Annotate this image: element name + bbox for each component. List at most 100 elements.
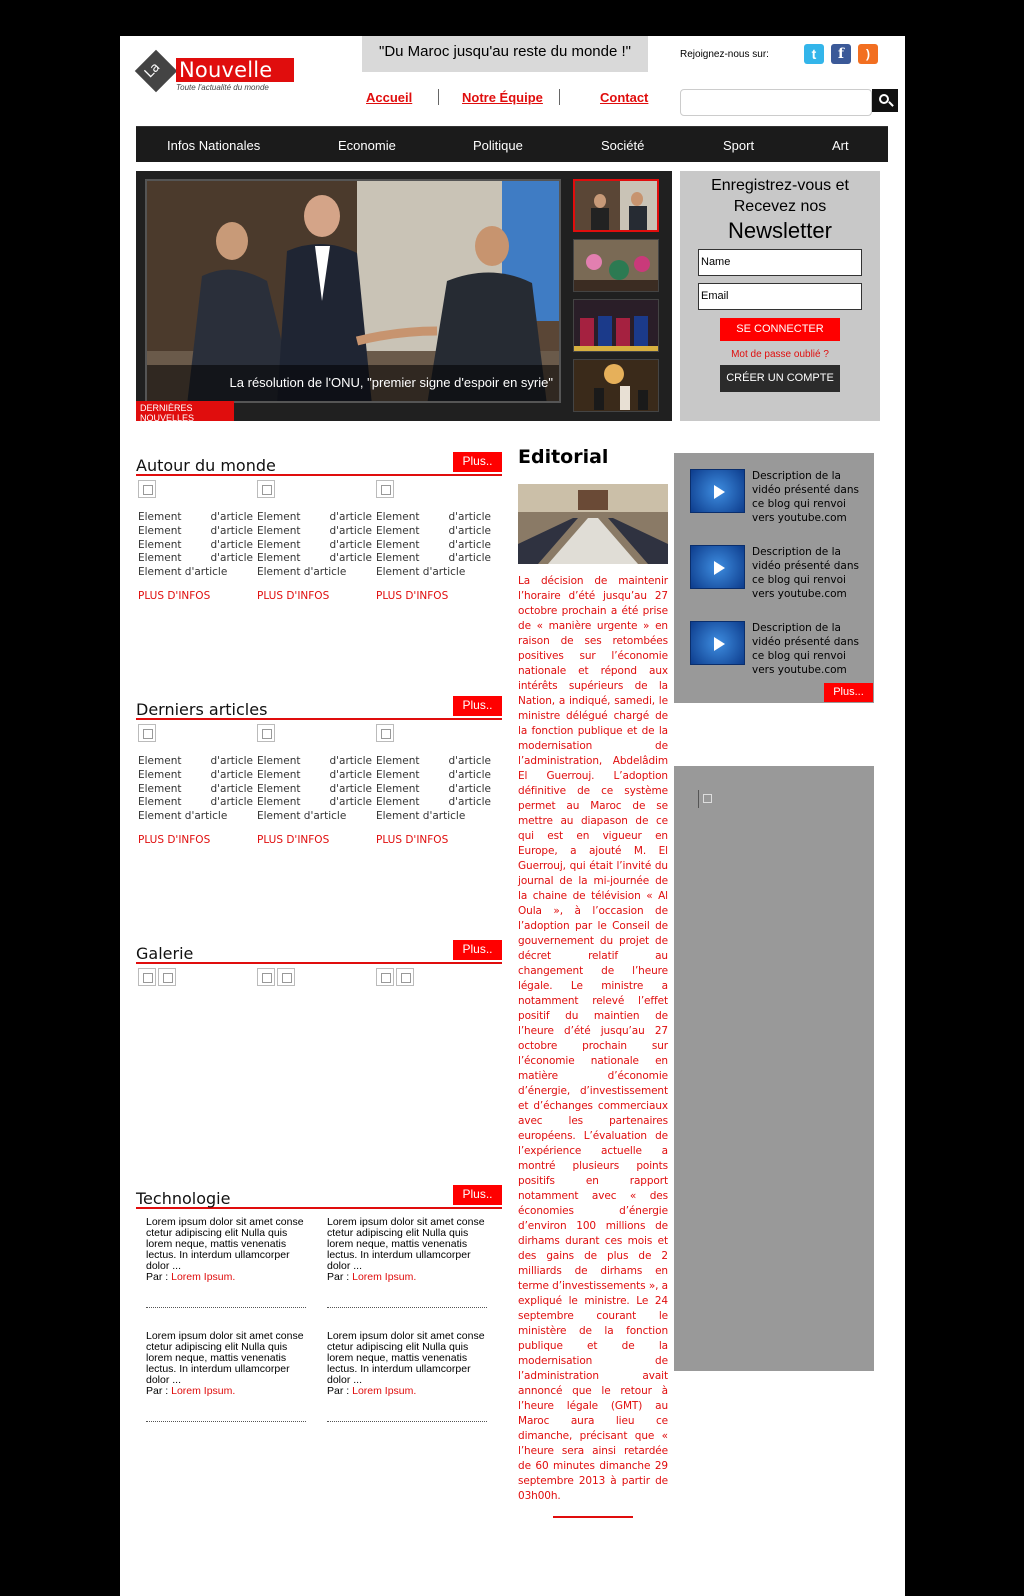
twitter-icon[interactable]: t — [804, 44, 824, 64]
email-field[interactable]: Email — [698, 283, 862, 310]
site-logo[interactable]: La Nouvelle Toute l'actualité du monde — [134, 49, 296, 97]
broken-image-icon — [138, 724, 156, 742]
editorial: Editorial La décision de maintenir l’hor… — [518, 446, 668, 1518]
videos-plus-button[interactable]: Plus... — [824, 683, 873, 702]
broken-image-icon[interactable] — [376, 968, 394, 986]
broken-image-icon[interactable] — [158, 968, 176, 986]
section-autour-du-monde: Autour du monde Plus.. Element d'article … — [136, 452, 502, 606]
broken-image-icon — [257, 724, 275, 742]
video-description: Description de la vidéo présenté dans ce… — [752, 470, 859, 524]
nav-item-sport[interactable]: Sport — [723, 138, 754, 153]
logo-tagline: Toute l'actualité du monde — [176, 83, 269, 92]
site-motto: "Du Maroc jusqu'au reste du monde !" — [362, 36, 648, 72]
article-list: Element d'article Element d'article Elemen… — [138, 511, 253, 579]
divider — [146, 1421, 306, 1422]
nav-item-infos-nationales[interactable]: Infos Nationales — [167, 138, 260, 153]
broken-image-icon — [257, 480, 275, 498]
tech-article-text: Lorem ipsum dolor sit amet conse ctetur … — [327, 1330, 485, 1386]
broken-image-icon — [698, 790, 712, 808]
video-description: Description de la vidéo présenté dans ce… — [752, 622, 859, 676]
video-panel: Description de la vidéo présenté dans ce… — [674, 453, 874, 703]
section-title: Derniers articles — [136, 700, 268, 719]
play-icon[interactable] — [690, 621, 745, 665]
nav-item-societe[interactable]: Société — [601, 138, 644, 153]
join-label: Rejoignez-nous sur: — [680, 49, 769, 60]
article-list: Element d'article Element d'article Elemen… — [257, 755, 372, 823]
slide-photo[interactable]: La résolution de l'ONU, "premier signe d… — [145, 179, 561, 403]
tech-article[interactable]: Lorem ipsum dolor sit amet conse ctetur … — [327, 1217, 487, 1308]
tech-article[interactable]: Lorem ipsum dolor sit amet conse ctetur … — [146, 1331, 306, 1422]
more-info-link[interactable]: PLUS D'INFOS — [374, 590, 491, 602]
tech-article-author: Par : Lorem Ipsum. — [146, 1385, 236, 1397]
section-header: Galerie Plus.. — [136, 940, 502, 964]
plus-button[interactable]: Plus.. — [453, 1185, 502, 1205]
create-account-button[interactable]: CRÉER UN COMPTE — [720, 365, 840, 392]
divider — [553, 1516, 633, 1518]
nav-link-notre-equipe[interactable]: Notre Équipe — [462, 90, 543, 105]
divider — [327, 1307, 487, 1308]
article-column: Element d'article Element d'article Elemen… — [136, 476, 253, 602]
slide-thumbnail[interactable] — [573, 179, 659, 232]
page: La Nouvelle Toute l'actualité du monde "… — [120, 36, 905, 1596]
slide-thumbnail[interactable] — [573, 359, 659, 412]
nav-item-politique[interactable]: Politique — [473, 138, 523, 153]
tech-article-author: Par : Lorem Ipsum. — [327, 1271, 417, 1283]
rss-icon[interactable]: ) — [858, 44, 878, 64]
nav-link-accueil[interactable]: Accueil — [366, 90, 412, 105]
search-input[interactable] — [680, 89, 872, 116]
plus-button[interactable]: Plus.. — [453, 940, 502, 960]
main-navigation: Infos Nationales Economie Politique Soci… — [136, 126, 888, 162]
tech-article-text: Lorem ipsum dolor sit amet conse ctetur … — [146, 1330, 304, 1386]
sidebar-ad-panel — [674, 766, 874, 1371]
more-info-link[interactable]: PLUS D'INFOS — [255, 834, 372, 846]
plus-button[interactable]: Plus.. — [453, 452, 502, 472]
nav-item-economie[interactable]: Economie — [338, 138, 396, 153]
plus-button[interactable]: Plus.. — [453, 696, 502, 716]
play-icon[interactable] — [690, 469, 745, 513]
section-title: Autour du monde — [136, 456, 276, 475]
broken-image-icon[interactable] — [396, 968, 414, 986]
section-title: Technologie — [136, 1189, 231, 1208]
gallery-column — [136, 964, 253, 991]
newsletter-title-line1: Enregistrez-vous et — [711, 177, 849, 194]
name-field[interactable]: Name — [698, 249, 862, 276]
article-list: Element d'article Element d'article Elemen… — [257, 511, 372, 579]
broken-image-icon[interactable] — [138, 968, 156, 986]
facebook-icon[interactable]: f — [831, 44, 851, 64]
article-column: Element d'article Element d'article Elemen… — [136, 720, 253, 846]
more-info-link[interactable]: PLUS D'INFOS — [255, 590, 372, 602]
section-technologie: Technologie Plus.. Lorem ipsum dolor sit… — [136, 1185, 502, 1427]
more-info-link[interactable]: PLUS D'INFOS — [136, 834, 253, 846]
slide-thumbnail[interactable] — [573, 299, 659, 352]
newsletter-title: Newsletter — [728, 218, 832, 243]
editorial-photo[interactable] — [518, 484, 668, 564]
broken-image-icon — [138, 480, 156, 498]
divider — [438, 89, 439, 105]
article-column: Element d'article Element d'article Elemen… — [374, 720, 491, 846]
slide-thumbnail[interactable] — [573, 239, 659, 292]
section-galerie: Galerie Plus.. — [136, 940, 502, 1094]
editorial-title: Editorial — [518, 446, 609, 468]
forgot-password-link[interactable]: Mot de passe oublié ? — [680, 349, 880, 360]
divider — [146, 1307, 306, 1308]
tech-article-text: Lorem ipsum dolor sit amet conse ctetur … — [146, 1216, 304, 1272]
editorial-text: La décision de maintenir l’horaire d’été… — [518, 575, 668, 1502]
tech-article[interactable]: Lorem ipsum dolor sit amet conse ctetur … — [327, 1331, 487, 1422]
article-list: Element d'article Element d'article Elemen… — [376, 511, 491, 579]
more-info-link[interactable]: PLUS D'INFOS — [374, 834, 491, 846]
broken-image-icon — [376, 480, 394, 498]
broken-image-icon[interactable] — [277, 968, 295, 986]
nav-item-art[interactable]: Art — [832, 138, 849, 153]
article-column: Element d'article Element d'article Elemen… — [255, 720, 372, 846]
search-button[interactable] — [872, 89, 898, 112]
gallery-column — [374, 964, 491, 991]
search-icon — [879, 94, 889, 104]
connect-button[interactable]: SE CONNECTER — [720, 318, 840, 341]
play-icon[interactable] — [690, 545, 745, 589]
nav-link-contact[interactable]: Contact — [600, 90, 648, 105]
broken-image-icon[interactable] — [257, 968, 275, 986]
divider — [559, 89, 560, 105]
more-info-link[interactable]: PLUS D'INFOS — [136, 590, 253, 602]
tech-article[interactable]: Lorem ipsum dolor sit amet conse ctetur … — [146, 1217, 306, 1308]
newsletter-box: Enregistrez-vous et Recevez nos Newslett… — [680, 171, 880, 421]
